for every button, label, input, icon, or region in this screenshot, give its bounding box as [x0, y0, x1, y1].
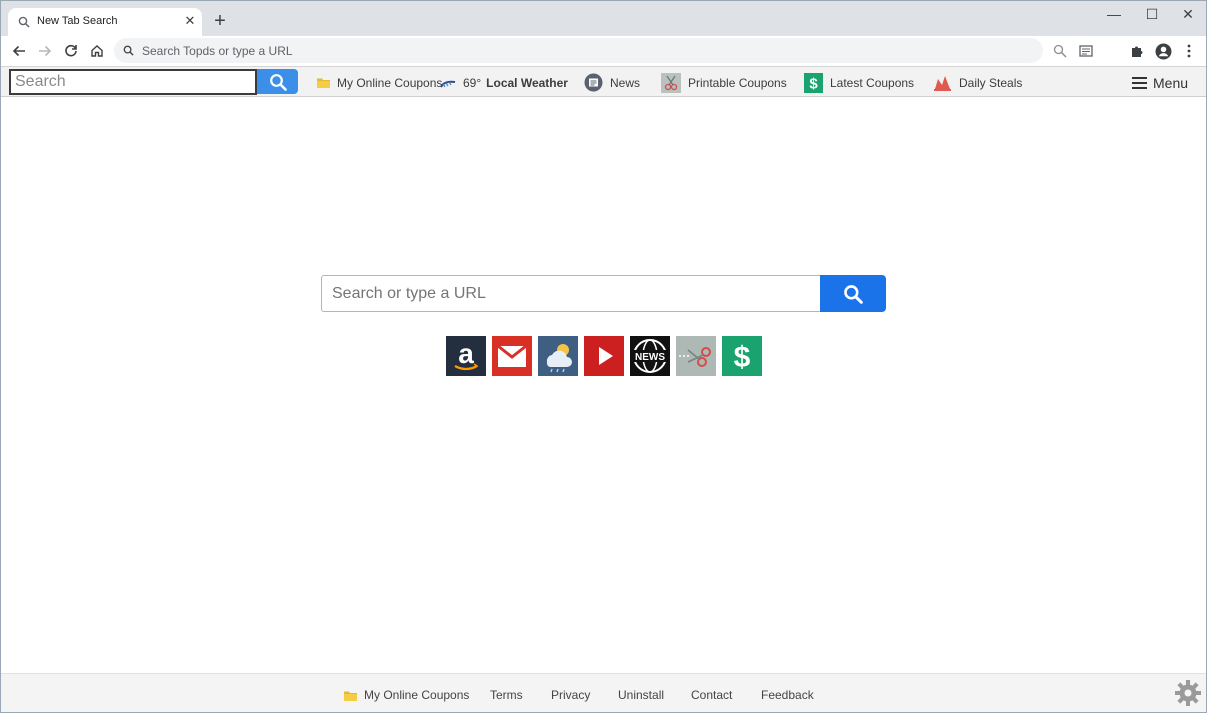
- reload-button[interactable]: [60, 40, 82, 62]
- tab-strip: New Tab Search ✕ + — ☐ ✕: [1, 1, 1206, 36]
- tab-new-tab-search[interactable]: New Tab Search ✕: [8, 8, 202, 36]
- footer-link-feedback[interactable]: Feedback: [761, 688, 814, 702]
- tab-title: New Tab Search: [37, 15, 118, 27]
- toolbar-link-local-weather[interactable]: 69° Local Weather: [440, 72, 568, 93]
- gear-icon[interactable]: [1174, 679, 1202, 707]
- dollar-glyph: $: [734, 341, 751, 374]
- news-globe-icon: NEWS: [633, 339, 667, 373]
- extensions-button[interactable]: [1126, 40, 1148, 62]
- amazon-logo-letter: a: [458, 338, 474, 369]
- omnibox[interactable]: Search Topds or type a URL: [114, 38, 1043, 63]
- account-icon: [1155, 43, 1171, 59]
- forward-button[interactable]: [34, 40, 56, 62]
- folder-icon: [344, 691, 357, 701]
- toolbar-link-latest-coupons[interactable]: $ Latest Coupons: [804, 72, 914, 93]
- toolbar-link-label: News: [610, 75, 641, 90]
- puzzle-icon: [1132, 46, 1143, 57]
- toolbar-link-daily-steals[interactable]: Daily Steals: [933, 72, 1022, 93]
- browser-menu-button[interactable]: [1178, 40, 1200, 62]
- weather-temperature: 69°: [463, 75, 482, 90]
- home-button[interactable]: [86, 40, 108, 62]
- toolbar-link-label: Printable Coupons: [688, 75, 787, 90]
- toolbar-link-printable-coupons[interactable]: Printable Coupons: [661, 72, 787, 93]
- new-tab-button[interactable]: +: [211, 11, 229, 31]
- quick-links: a NEWS $: [446, 336, 762, 376]
- browser-toolbar: Search Topds or type a URL: [1, 36, 1206, 66]
- reading-mode-icon: [1079, 45, 1093, 57]
- toolbar-menu-button[interactable]: Menu: [1132, 73, 1188, 93]
- news-logo-text: NEWS: [635, 352, 665, 363]
- forward-arrow-icon: [39, 45, 52, 57]
- play-icon: [599, 347, 613, 365]
- news-icon: [584, 73, 603, 92]
- folder-icon: [317, 77, 330, 88]
- search-icon: [123, 45, 134, 56]
- daily-steals-icon: [933, 73, 952, 93]
- reading-list-button[interactable]: [1075, 40, 1097, 62]
- minimize-button[interactable]: —: [1096, 5, 1132, 25]
- scissors-icon: [661, 72, 681, 93]
- extension-toolbar: My Online Coupons 69° Local Weather News…: [1, 66, 1206, 97]
- gmail-icon: [497, 344, 527, 367]
- omnibox-placeholder: Search Topds or type a URL: [142, 44, 293, 58]
- coupons-tile[interactable]: [676, 336, 716, 376]
- tab-close-icon[interactable]: ✕: [183, 14, 197, 28]
- dollar-icon: $: [734, 341, 751, 374]
- latest-coupons-tile[interactable]: $: [722, 336, 762, 376]
- weather-icon: [440, 77, 456, 89]
- zoom-button[interactable]: [1049, 40, 1071, 62]
- toolbar-link-label: Daily Steals: [959, 75, 1023, 90]
- main-search-input[interactable]: [321, 275, 820, 312]
- footer-link-label: My Online Coupons: [364, 688, 470, 702]
- toolbar-link-news[interactable]: News: [584, 72, 640, 93]
- reload-icon: [65, 44, 77, 57]
- search-icon: [844, 284, 863, 304]
- toolbar-link-label: Local Weather: [486, 75, 568, 90]
- back-button[interactable]: [8, 40, 30, 62]
- toolbar-search-input[interactable]: [9, 69, 257, 95]
- footer-link-privacy[interactable]: Privacy: [551, 688, 590, 702]
- toolbar-search-button[interactable]: [257, 69, 298, 94]
- dollar-icon: $: [804, 72, 823, 93]
- toolbar-link-label: Latest Coupons: [830, 75, 915, 90]
- main-search-button[interactable]: [820, 275, 886, 312]
- youtube-tile[interactable]: [584, 336, 624, 376]
- gmail-tile[interactable]: [492, 336, 532, 376]
- toolbar-link-my-online-coupons[interactable]: My Online Coupons: [317, 72, 442, 93]
- weather-icon: [546, 344, 572, 373]
- hamburger-icon: [1132, 77, 1147, 89]
- browser-window: New Tab Search ✕ + — ☐ ✕ Search Topds or…: [0, 0, 1207, 713]
- footer-link-terms[interactable]: Terms: [490, 688, 523, 702]
- scissors-icon: [679, 347, 711, 367]
- footer-link-my-online-coupons[interactable]: My Online Coupons: [344, 688, 469, 702]
- profile-button[interactable]: [1152, 40, 1174, 62]
- search-icon: [18, 16, 30, 28]
- back-arrow-icon: [12, 45, 25, 57]
- weather-tile[interactable]: [538, 336, 578, 376]
- news-tile[interactable]: NEWS: [630, 336, 670, 376]
- menu-label: Menu: [1153, 75, 1189, 91]
- search-icon: [269, 73, 287, 91]
- window-close-button[interactable]: ✕: [1170, 5, 1206, 25]
- footer: My Online Coupons Terms Privacy Uninstal…: [1, 673, 1206, 712]
- svg-text:$: $: [809, 75, 818, 92]
- amazon-tile[interactable]: a: [446, 336, 486, 376]
- zoom-icon: [1053, 44, 1067, 58]
- footer-link-contact[interactable]: Contact: [691, 688, 732, 702]
- maximize-button[interactable]: ☐: [1134, 5, 1170, 25]
- kebab-menu-icon: [1187, 44, 1191, 58]
- home-icon: [91, 45, 103, 57]
- toolbar-link-label: My Online Coupons: [337, 75, 443, 90]
- footer-link-uninstall[interactable]: Uninstall: [618, 688, 664, 702]
- amazon-icon: a: [454, 338, 479, 371]
